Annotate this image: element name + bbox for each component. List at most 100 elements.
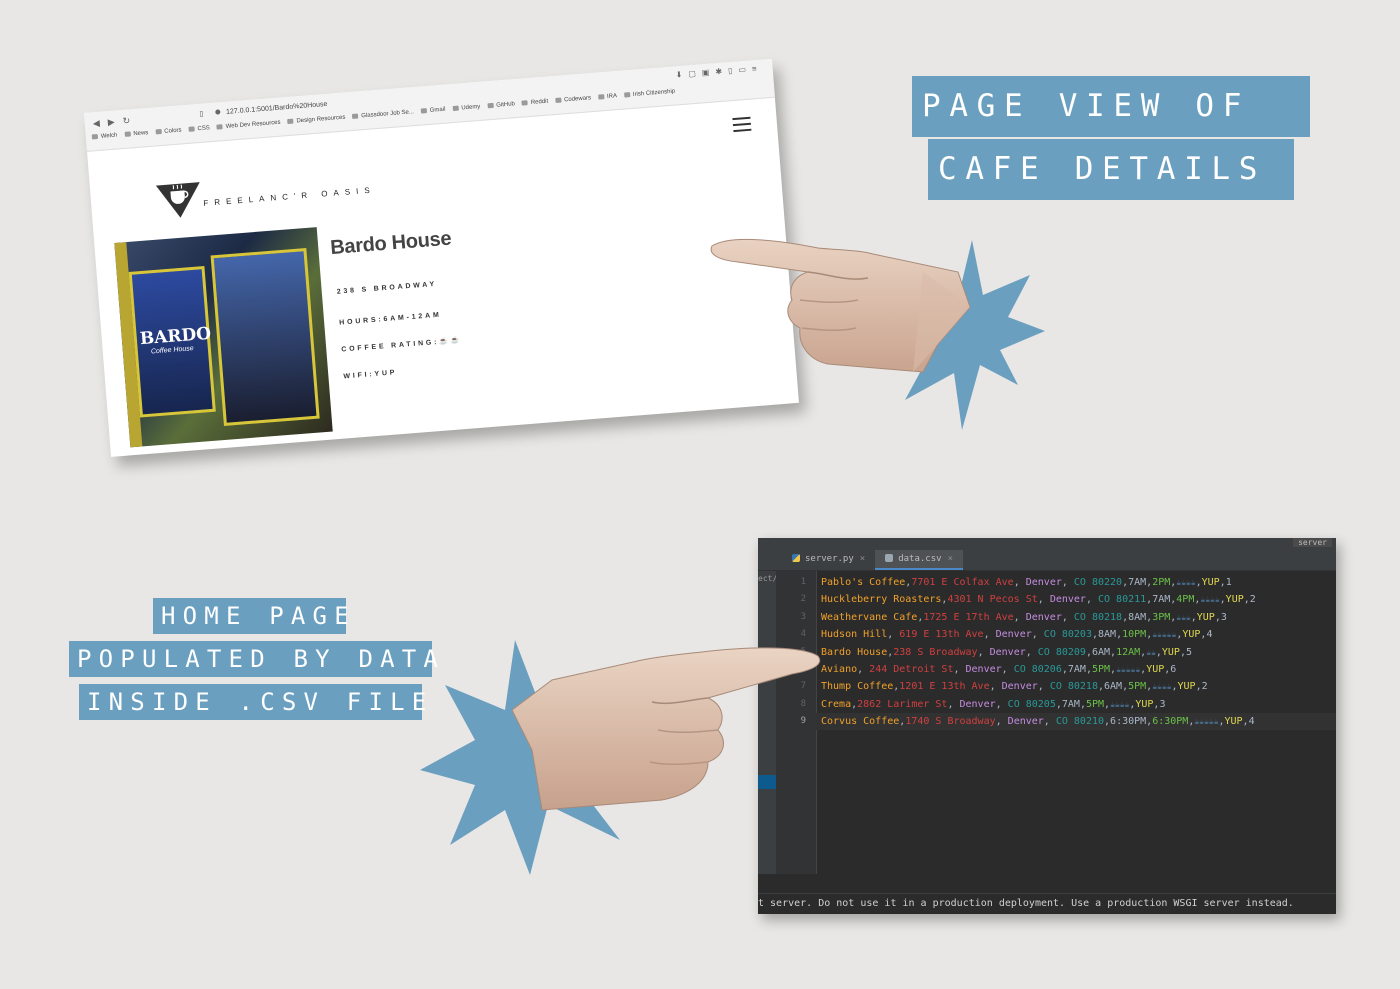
csv-cell-close: 2PM bbox=[1152, 577, 1171, 588]
csv-separator: , bbox=[989, 681, 1002, 693]
run-config-selector[interactable]: server bbox=[1293, 538, 1332, 547]
csv-separator: , bbox=[977, 646, 990, 658]
csv-cell-address: 619 E 13th Ave bbox=[893, 629, 984, 641]
bookmark-item[interactable]: Irish Citizenship bbox=[624, 89, 676, 99]
csv-cell-address: 1201 E 13th Ave bbox=[899, 681, 990, 693]
bookmark-item[interactable]: CSS bbox=[188, 125, 210, 133]
csv-cell-open: 7AM bbox=[1067, 664, 1086, 675]
bookmark-item[interactable]: Colors bbox=[155, 127, 182, 135]
bookmark-item[interactable]: Udemy bbox=[452, 104, 480, 112]
csv-cell-city: Denver bbox=[1007, 716, 1044, 728]
caption-bottom-line1: HOME PAGE bbox=[153, 598, 349, 634]
csv-separator: , bbox=[1013, 611, 1026, 623]
bookmark-item[interactable]: Welch bbox=[92, 132, 118, 140]
csv-row[interactable]: 7 Thump Coffee,1201 E 13th Ave, Denver, C… bbox=[801, 678, 1336, 695]
bookmark-item[interactable]: News bbox=[124, 130, 148, 138]
cafe-coffee-rating: COFFEE RATING:☕☕ bbox=[341, 337, 463, 354]
browser-toolbar: ◀▶↻ ▯ 127.0.0.1:5001/Bardo%20House ⬇▢▣✱▯… bbox=[84, 58, 775, 152]
bookmark-icon[interactable]: ▯ bbox=[199, 111, 203, 118]
lock-icon bbox=[214, 109, 221, 115]
cafe-wifi: WIFI:YUP bbox=[343, 369, 398, 381]
csv-cell-address: 238 S Broadway bbox=[893, 646, 978, 658]
csv-cell-city: Denver bbox=[995, 629, 1032, 641]
csv-cell-coffee: ☕☕☕☕ bbox=[1110, 699, 1130, 709]
bookmark-item[interactable]: IRA bbox=[598, 93, 617, 101]
csv-cell-close: 4PM bbox=[1176, 594, 1195, 606]
csv-row[interactable]: 8 Crema,2862 Larimer St, Denver, CO 80205… bbox=[801, 696, 1336, 713]
editor-tabs: server.py × data.csv × bbox=[758, 550, 1336, 571]
csv-cell-city: Denver bbox=[1025, 611, 1062, 623]
csv-cell-state: CO 80206 bbox=[1013, 664, 1062, 675]
bookmark-item[interactable]: GitHub bbox=[487, 101, 515, 109]
csv-cell-close: 12AM bbox=[1116, 646, 1141, 658]
csv-row[interactable]: 6Aviano, 244 Detroit St, Denver, CO 8020… bbox=[801, 661, 1336, 678]
csv-row[interactable]: 9 Corvus Coffee,1740 S Broadway, Denver, … bbox=[801, 713, 1336, 731]
extension-icons[interactable]: ⬇▢▣✱▯▭≡ bbox=[675, 64, 763, 80]
csv-row[interactable]: 1 Pablo's Coffee,7701 E Colfax Ave, Denve… bbox=[801, 574, 1336, 591]
csv-separator: , bbox=[983, 629, 996, 641]
csv-cell-wifi: YUP bbox=[1182, 629, 1201, 641]
csv-separator: , bbox=[995, 716, 1008, 728]
cafe-photo: BARDO Coffee House bbox=[114, 227, 333, 448]
bookmark-item[interactable]: Web Dev Resources bbox=[217, 120, 281, 131]
csv-cell-close: 6:30PM bbox=[1152, 716, 1189, 728]
csv-cell-open: 8AM bbox=[1098, 629, 1117, 641]
csv-separator: , bbox=[1085, 594, 1098, 606]
csv-row[interactable]: 4 Hudson Hill, 619 E 13th Ave, Denver, CO… bbox=[801, 626, 1336, 643]
tab-label: server.py bbox=[805, 554, 854, 564]
caption-top-line1: PAGE VIEW OF bbox=[912, 76, 1310, 137]
hamburger-menu-icon[interactable] bbox=[732, 116, 752, 136]
reload-icon[interactable]: ↻ bbox=[122, 115, 138, 126]
csv-cell-close: 5PM bbox=[1091, 664, 1111, 675]
csv-separator: , bbox=[1061, 577, 1074, 588]
csv-cell-city: Denver bbox=[1025, 577, 1062, 588]
csv-cell-city: Denver bbox=[1001, 681, 1038, 693]
csv-row[interactable]: 2 Huckleberry Roasters,4301 N Pecos St, D… bbox=[801, 591, 1336, 608]
close-icon[interactable]: × bbox=[860, 554, 865, 564]
back-icon[interactable]: ◀ bbox=[92, 117, 108, 128]
csv-cell-state: CO 80211 bbox=[1097, 594, 1147, 606]
csv-cell-wifi: YUP bbox=[1224, 716, 1243, 728]
csv-cell-name: Huckleberry Roasters bbox=[821, 594, 942, 606]
line-number: 1 bbox=[800, 577, 806, 587]
csv-separator: , bbox=[1043, 716, 1056, 728]
bookmark-item[interactable]: Gmail bbox=[421, 107, 446, 115]
csv-editor[interactable]: 1 Pablo's Coffee,7701 E Colfax Ave, Denve… bbox=[801, 571, 1336, 874]
csv-cell-wifi: YUP bbox=[1161, 646, 1180, 658]
csv-separator: , bbox=[1013, 577, 1026, 588]
csv-cell-name: Aviano bbox=[821, 664, 858, 675]
browser-nav-buttons[interactable]: ◀▶↻ bbox=[92, 115, 138, 130]
bookmark-item[interactable]: Design Resources bbox=[287, 115, 345, 126]
csv-cell-coffee: ☕☕☕☕☕ bbox=[1116, 665, 1141, 674]
csv-cell-coffee: ☕☕☕ bbox=[1176, 612, 1191, 622]
csv-cell-address: 1740 S Broadway bbox=[905, 716, 996, 728]
csv-cell-close: 3PM bbox=[1152, 611, 1171, 623]
csv-separator: , bbox=[953, 664, 966, 675]
csv-row[interactable]: 5Bardo House,238 S Broadway, Denver, CO … bbox=[801, 644, 1336, 661]
csv-row[interactable]: 3 Weathervane Cafe,1725 E 17th Ave, Denve… bbox=[801, 609, 1336, 626]
csv-cell-name: Bardo House bbox=[821, 646, 888, 658]
tab-data-csv[interactable]: data.csv × bbox=[875, 550, 963, 570]
csv-cell-coffee: ☕☕☕☕ bbox=[1152, 682, 1172, 692]
close-icon[interactable]: × bbox=[948, 554, 953, 564]
bookmark-item[interactable]: Codewars bbox=[555, 95, 591, 104]
csv-cell-coffee: ☕☕☕☕☕ bbox=[1152, 630, 1177, 640]
caption-top-line2: CAFE DETAILS bbox=[928, 139, 1294, 200]
coffee-cup-logo-icon bbox=[155, 182, 200, 218]
csv-cell-coffee: ☕☕☕☕ bbox=[1200, 595, 1220, 605]
bookmark-item[interactable]: Glassdoor Job Se... bbox=[352, 109, 414, 120]
csv-cell-name: Corvus Coffee bbox=[821, 716, 900, 728]
python-icon bbox=[792, 554, 800, 562]
csv-cell-power: 5 bbox=[1185, 646, 1192, 658]
pointing-hand-bottom bbox=[512, 647, 821, 811]
csv-cell-close: 5PM bbox=[1085, 698, 1105, 710]
csv-cell-city: Denver bbox=[959, 698, 996, 710]
tab-server-py[interactable]: server.py × bbox=[782, 550, 875, 570]
csv-cell-state: CO 80218 bbox=[1049, 681, 1098, 693]
csv-cell-open: 7AM bbox=[1061, 698, 1080, 710]
csv-cell-wifi: YUP bbox=[1146, 664, 1165, 675]
forward-icon[interactable]: ▶ bbox=[107, 116, 123, 127]
csv-cell-state: CO 80203 bbox=[1043, 629, 1092, 641]
bookmark-item[interactable]: Reddit bbox=[522, 99, 549, 107]
csv-cell-coffee: ☕☕ bbox=[1146, 647, 1156, 657]
